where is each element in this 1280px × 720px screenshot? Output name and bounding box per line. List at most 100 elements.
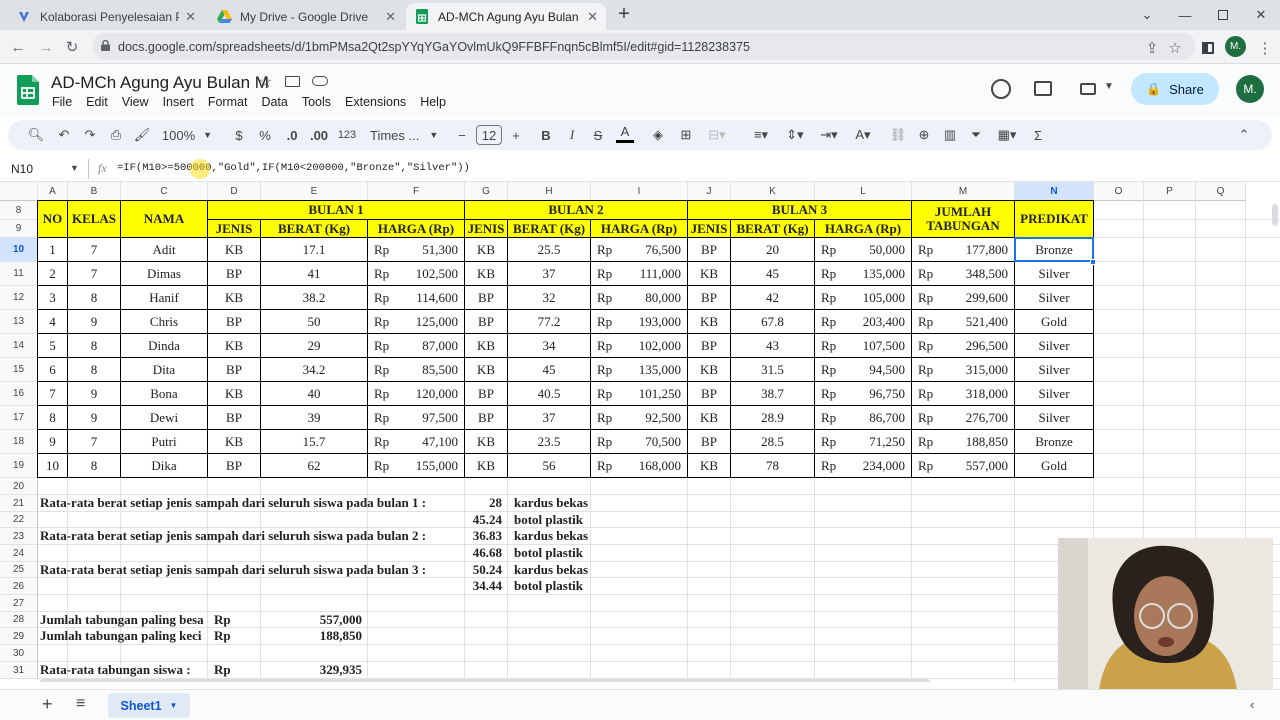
menu-view[interactable]: View (122, 95, 149, 109)
document-title[interactable]: AD-MCh Agung Ayu Bulan M (51, 73, 269, 93)
horizontal-scrollbar[interactable] (40, 679, 930, 682)
cell-berat[interactable]: 38.7 (731, 382, 815, 406)
cell-berat[interactable]: 40.5 (508, 382, 591, 406)
redo-icon[interactable]: ↷ (80, 123, 100, 147)
column-header-E[interactable]: E (261, 182, 368, 201)
cell-nama[interactable]: Dimas (121, 262, 208, 286)
cell-no[interactable]: 5 (38, 334, 68, 358)
cell-kelas[interactable]: 8 (68, 334, 121, 358)
cell-harga[interactable]: Rp 120,000 (368, 382, 465, 406)
header-harga[interactable]: HARGA (Rp) (815, 220, 912, 238)
comments-icon[interactable] (1034, 81, 1052, 96)
cell-jenis[interactable]: KB (208, 238, 261, 262)
cell-berat[interactable]: 23.5 (508, 430, 591, 454)
cell-jenis[interactable]: BP (208, 310, 261, 334)
percent-format-button[interactable]: % (256, 123, 274, 147)
menu-insert[interactable]: Insert (163, 95, 194, 109)
cell-jumlah[interactable]: Rp 276,700 (912, 406, 1015, 430)
cell-jenis[interactable]: KB (208, 334, 261, 358)
print-icon[interactable]: ⎙ (106, 123, 126, 147)
browser-tab-drive[interactable]: My Drive - Google Drive ✕ (208, 3, 404, 30)
menu-data[interactable]: Data (261, 95, 287, 109)
summary-avg-value[interactable]: 36.83 (465, 528, 508, 544)
cell-jenis[interactable]: BP (208, 358, 261, 382)
cell-kelas[interactable]: 9 (68, 406, 121, 430)
cell-berat[interactable]: 29 (261, 334, 368, 358)
cell-jenis[interactable]: BP (208, 406, 261, 430)
cell-jenis[interactable]: BP (465, 310, 508, 334)
sheets-logo-icon[interactable] (17, 75, 39, 105)
row-header-15[interactable]: 15 (0, 358, 38, 382)
column-header-P[interactable]: P (1144, 182, 1196, 201)
cell-jumlah[interactable]: Rp 348,500 (912, 262, 1015, 286)
summary-avg-value[interactable]: 28 (465, 495, 508, 511)
cell-jenis[interactable]: BP (688, 382, 731, 406)
italic-icon[interactable]: I (564, 123, 580, 147)
name-box-dropdown-icon[interactable]: ▼ (70, 163, 79, 173)
cell-harga[interactable]: Rp 135,000 (591, 358, 688, 382)
summary-label[interactable]: Rata-rata berat setiap jenis sampah dari… (40, 562, 465, 578)
back-arrow-icon[interactable]: ← (6, 35, 30, 59)
share-page-icon[interactable]: ⇪ (1140, 36, 1164, 60)
cell-harga[interactable]: Rp 155,000 (368, 454, 465, 478)
cell-predikat[interactable]: Silver (1015, 334, 1094, 358)
summary-label[interactable]: Rata-rata berat setiap jenis sampah dari… (40, 528, 465, 544)
menu-edit[interactable]: Edit (86, 95, 108, 109)
summary-label[interactable]: Rata-rata berat setiap jenis sampah dari… (40, 495, 465, 511)
column-header-M[interactable]: M (912, 182, 1015, 201)
cell-harga[interactable]: Rp 51,300 (368, 238, 465, 262)
cell-berat[interactable]: 37 (508, 406, 591, 430)
summary-avg-value[interactable]: 45.24 (465, 512, 508, 528)
menu-file[interactable]: File (52, 95, 72, 109)
cell-nama[interactable]: Adit (121, 238, 208, 262)
column-header-H[interactable]: H (508, 182, 591, 201)
cell-jenis[interactable]: KB (465, 238, 508, 262)
currency-label[interactable]: Rp (208, 662, 261, 678)
decrease-decimal-button[interactable]: .0 (282, 123, 302, 147)
cell-predikat[interactable]: Silver (1015, 286, 1094, 310)
column-header-J[interactable]: J (688, 182, 731, 201)
row-header-11[interactable]: 11 (0, 262, 38, 286)
cell-harga[interactable]: Rp 102,500 (368, 262, 465, 286)
cell-harga[interactable]: Rp 70,500 (591, 430, 688, 454)
close-tab-icon[interactable]: ✕ (587, 9, 598, 25)
vertical-scrollbar[interactable] (1272, 204, 1278, 226)
text-rotation-icon[interactable]: A▾ (848, 123, 878, 147)
cell-no[interactable]: 4 (38, 310, 68, 334)
header-harga[interactable]: HARGA (Rp) (591, 220, 688, 238)
header-jenis[interactable]: JENIS (465, 220, 508, 238)
menu-tools[interactable]: Tools (302, 95, 331, 109)
column-header-K[interactable]: K (731, 182, 815, 201)
cell-berat[interactable]: 28.5 (731, 430, 815, 454)
summary-jenis-label[interactable]: botol plastik (508, 578, 591, 594)
cell-berat[interactable]: 17.1 (261, 238, 368, 262)
header-jumlah-tabungan[interactable]: JUMLAH TABUNGAN (912, 201, 1015, 238)
cell-no[interactable]: 2 (38, 262, 68, 286)
row-header-10[interactable]: 10 (0, 238, 38, 262)
cell-jenis[interactable]: KB (465, 334, 508, 358)
insert-link-icon[interactable]: ⛓︎ (888, 123, 908, 147)
cell-berat[interactable]: 38.2 (261, 286, 368, 310)
cell-jenis[interactable]: KB (688, 406, 731, 430)
cell-kelas[interactable]: 9 (68, 310, 121, 334)
header-bulan-3[interactable]: BULAN 3 (688, 201, 912, 220)
header-kelas[interactable]: KELAS (68, 201, 121, 238)
row-header-16[interactable]: 16 (0, 382, 38, 406)
increase-font-size-icon[interactable]: + (508, 123, 524, 147)
row-header-25[interactable]: 25 (0, 562, 38, 578)
row-header-24[interactable]: 24 (0, 545, 38, 562)
cell-jenis[interactable]: KB (208, 430, 261, 454)
cell-berat[interactable]: 28.9 (731, 406, 815, 430)
maximize-icon[interactable] (1204, 0, 1242, 30)
menu-extensions[interactable]: Extensions (345, 95, 406, 109)
cell-jenis[interactable]: BP (688, 286, 731, 310)
cell-predikat[interactable]: Gold (1015, 454, 1094, 478)
cell-kelas[interactable]: 8 (68, 358, 121, 382)
column-header-D[interactable]: D (208, 182, 261, 201)
menu-format[interactable]: Format (208, 95, 248, 109)
cell-jenis[interactable]: BP (688, 334, 731, 358)
currency-format-button[interactable]: $ (230, 123, 248, 147)
bookmark-star-icon[interactable]: ☆ (1163, 36, 1187, 60)
cell-jumlah[interactable]: Rp 318,000 (912, 382, 1015, 406)
cell-harga[interactable]: Rp 102,000 (591, 334, 688, 358)
